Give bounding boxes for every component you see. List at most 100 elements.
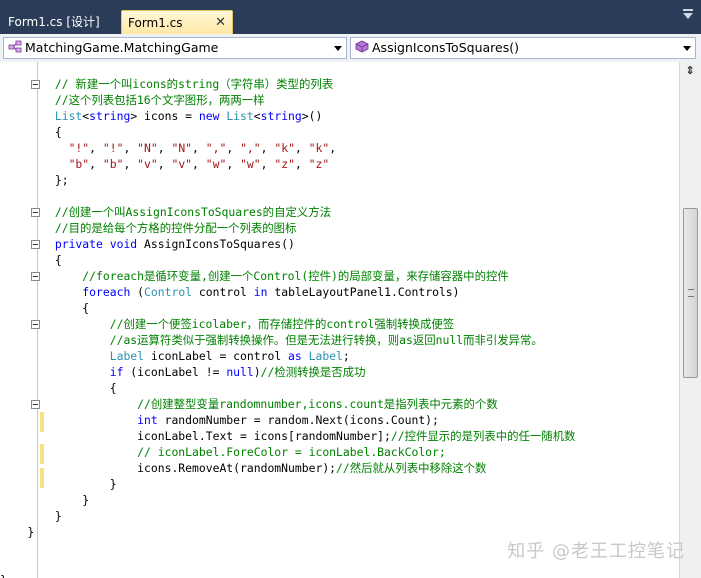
code-line[interactable]: icons.RemoveAt(randomNumber);//然后就从列表中移除… <box>0 460 575 476</box>
navigation-bar: MatchingGame.MatchingGame AssignIconsToS… <box>0 34 701 63</box>
code-token: , <box>226 141 241 155</box>
code-line[interactable]: int randomNumber = random.Next(icons.Cou… <box>0 412 575 428</box>
code-line[interactable]: { <box>0 124 575 140</box>
code-line[interactable]: } <box>0 492 575 508</box>
code-token: iconLabel.Text = icons[randomNumber]; <box>0 429 391 443</box>
code-token: } <box>0 477 117 491</box>
code-token: { <box>0 381 117 395</box>
code-line[interactable]: // iconLabel.ForeColor = iconLabel.BackC… <box>0 444 575 460</box>
tab-list-dropdown-icon[interactable] <box>683 9 693 19</box>
code-token: "w" <box>205 157 227 171</box>
member-dropdown-label: AssignIconsToSquares() <box>372 40 519 55</box>
scrollbar-thumb[interactable] <box>683 208 698 378</box>
code-token: , <box>329 141 337 155</box>
code-token: //创建整型变量randomnumber,icons.count是指列表中元素的… <box>0 397 498 411</box>
code-line[interactable] <box>0 540 575 556</box>
code-token: "N" <box>171 141 193 155</box>
code-line[interactable]: Label iconLabel = control as Label; <box>0 348 575 364</box>
code-token: "k" <box>274 141 295 155</box>
code-line[interactable]: // 新建一个叫icons的string（字符串）类型的列表 <box>0 76 575 92</box>
code-token: //然后就从列表中移除这个数 <box>336 461 487 475</box>
code-line[interactable]: }; <box>0 172 575 188</box>
code-token: null <box>226 365 254 379</box>
code-token: "z" <box>308 157 330 171</box>
code-line[interactable]: { <box>0 252 575 268</box>
watermark: 知乎 @老王工控笔记 <box>507 541 685 562</box>
code-line[interactable]: "!", "!", "N", "N", ",", ",", "k", "k", <box>0 140 575 156</box>
code-line[interactable]: } <box>0 476 575 492</box>
code-line[interactable]: //目的是给每个方格的控件分配一个列表的图标 <box>0 220 575 236</box>
code-token: "b" <box>102 157 124 171</box>
tab-form1-design[interactable]: Form1.cs [设计] <box>2 10 118 34</box>
code-token: List <box>0 109 83 123</box>
method-icon <box>355 39 369 59</box>
code-token: , <box>294 141 309 155</box>
code-line[interactable]: "b", "b", "v", "v", "w", "w", "z", "z" <box>0 156 575 172</box>
code-line[interactable]: { <box>0 380 575 396</box>
code-line[interactable]: //创建一个叫AssignIconsToSquares的自定义方法 <box>0 204 575 220</box>
code-token: }; <box>0 173 69 187</box>
code-token: // iconLabel.ForeColor = iconLabel.BackC… <box>0 445 446 459</box>
code-token: "," <box>240 141 261 155</box>
tab-form1-code[interactable]: Form1.cs ✕ <box>121 10 233 34</box>
code-line[interactable]: } <box>0 524 575 540</box>
code-token: randomNumber = random.Next(icons.Count); <box>157 413 439 427</box>
code-token: AssignIconsToSquares() <box>137 237 295 251</box>
code-token: } <box>0 525 35 539</box>
code-token: , <box>294 157 309 171</box>
chevron-down-icon <box>683 46 691 51</box>
code-line[interactable]: private void AssignIconsToSquares() <box>0 236 575 252</box>
code-editor[interactable]: // 新建一个叫icons的string（字符串）类型的列表 //这个列表包括1… <box>0 62 679 578</box>
code-token: "z" <box>274 157 295 171</box>
code-token: , <box>226 157 241 171</box>
code-token: Label <box>308 349 343 363</box>
document-tab-strip: Form1.cs [设计] Form1.cs ✕ <box>0 0 701 34</box>
code-token: } <box>0 493 90 507</box>
code-line[interactable]: List<string> icons = new List<string>() <box>0 108 575 124</box>
code-token: string <box>89 109 131 123</box>
code-token: //创建一个叫AssignIconsToSquares的自定义方法 <box>0 205 332 219</box>
code-line[interactable]: iconLabel.Text = icons[randomNumber];//控… <box>0 428 575 444</box>
code-token: Control <box>144 285 193 299</box>
code-token: { <box>0 125 62 139</box>
member-dropdown[interactable]: AssignIconsToSquares() <box>350 37 696 59</box>
code-line[interactable] <box>0 188 575 204</box>
code-token: "!" <box>102 141 124 155</box>
split-window-icon[interactable]: ⇕ <box>683 64 697 78</box>
code-line[interactable]: //这个列表包括16个文字图形，两两一样 <box>0 92 575 108</box>
code-line[interactable]: foreach (Control control in tableLayoutP… <box>0 284 575 300</box>
code-line[interactable]: //foreach是循环变量,创建一个Control(控件)的局部变量，来存储容… <box>0 268 575 284</box>
code-token: //创建一个便签icolaber，而存储控件的control强制转换成便签 <box>0 317 455 331</box>
code-line[interactable]: } <box>0 572 575 578</box>
code-line[interactable]: //as运算符类似于强制转换操作。但是无法进行转换，则as返回null而非引发异… <box>0 332 575 348</box>
code-text[interactable]: // 新建一个叫icons的string（字符串）类型的列表 //这个列表包括1… <box>0 76 575 578</box>
code-token: "v" <box>137 157 158 171</box>
close-icon[interactable]: ✕ <box>215 11 226 35</box>
code-token: < <box>253 109 261 123</box>
code-token: foreach <box>0 285 131 299</box>
code-token: new <box>198 109 220 123</box>
code-token: tableLayoutPanel1.Controls) <box>267 285 460 299</box>
code-line[interactable]: } <box>0 508 575 524</box>
code-token: >() <box>301 109 323 123</box>
code-token: ( <box>130 285 145 299</box>
chevron-down-icon <box>334 46 342 51</box>
code-token: // 新建一个叫icons的string（字符串）类型的列表 <box>0 77 334 91</box>
code-line[interactable]: //创建一个便签icolaber，而存储控件的control强制转换成便签 <box>0 316 575 332</box>
code-token: Label <box>0 349 145 363</box>
code-token: { <box>0 301 90 315</box>
code-token: //控件显示的是列表中的任一随机数 <box>390 429 576 443</box>
tab-design-label: Form1.cs [设计] <box>8 15 100 29</box>
code-line[interactable]: if (iconLabel != null)//检测转换是否成功 <box>0 364 575 380</box>
code-line[interactable]: //创建整型变量randomnumber,icons.count是指列表中元素的… <box>0 396 575 412</box>
code-token: , <box>123 157 138 171</box>
code-line[interactable]: { <box>0 300 575 316</box>
type-dropdown[interactable]: MatchingGame.MatchingGame <box>3 37 347 59</box>
code-token: ; <box>342 349 350 363</box>
code-token: , <box>123 141 138 155</box>
vertical-scrollbar[interactable]: ⇕ <box>679 62 701 578</box>
code-token: as <box>288 349 302 363</box>
code-line[interactable] <box>0 556 575 572</box>
